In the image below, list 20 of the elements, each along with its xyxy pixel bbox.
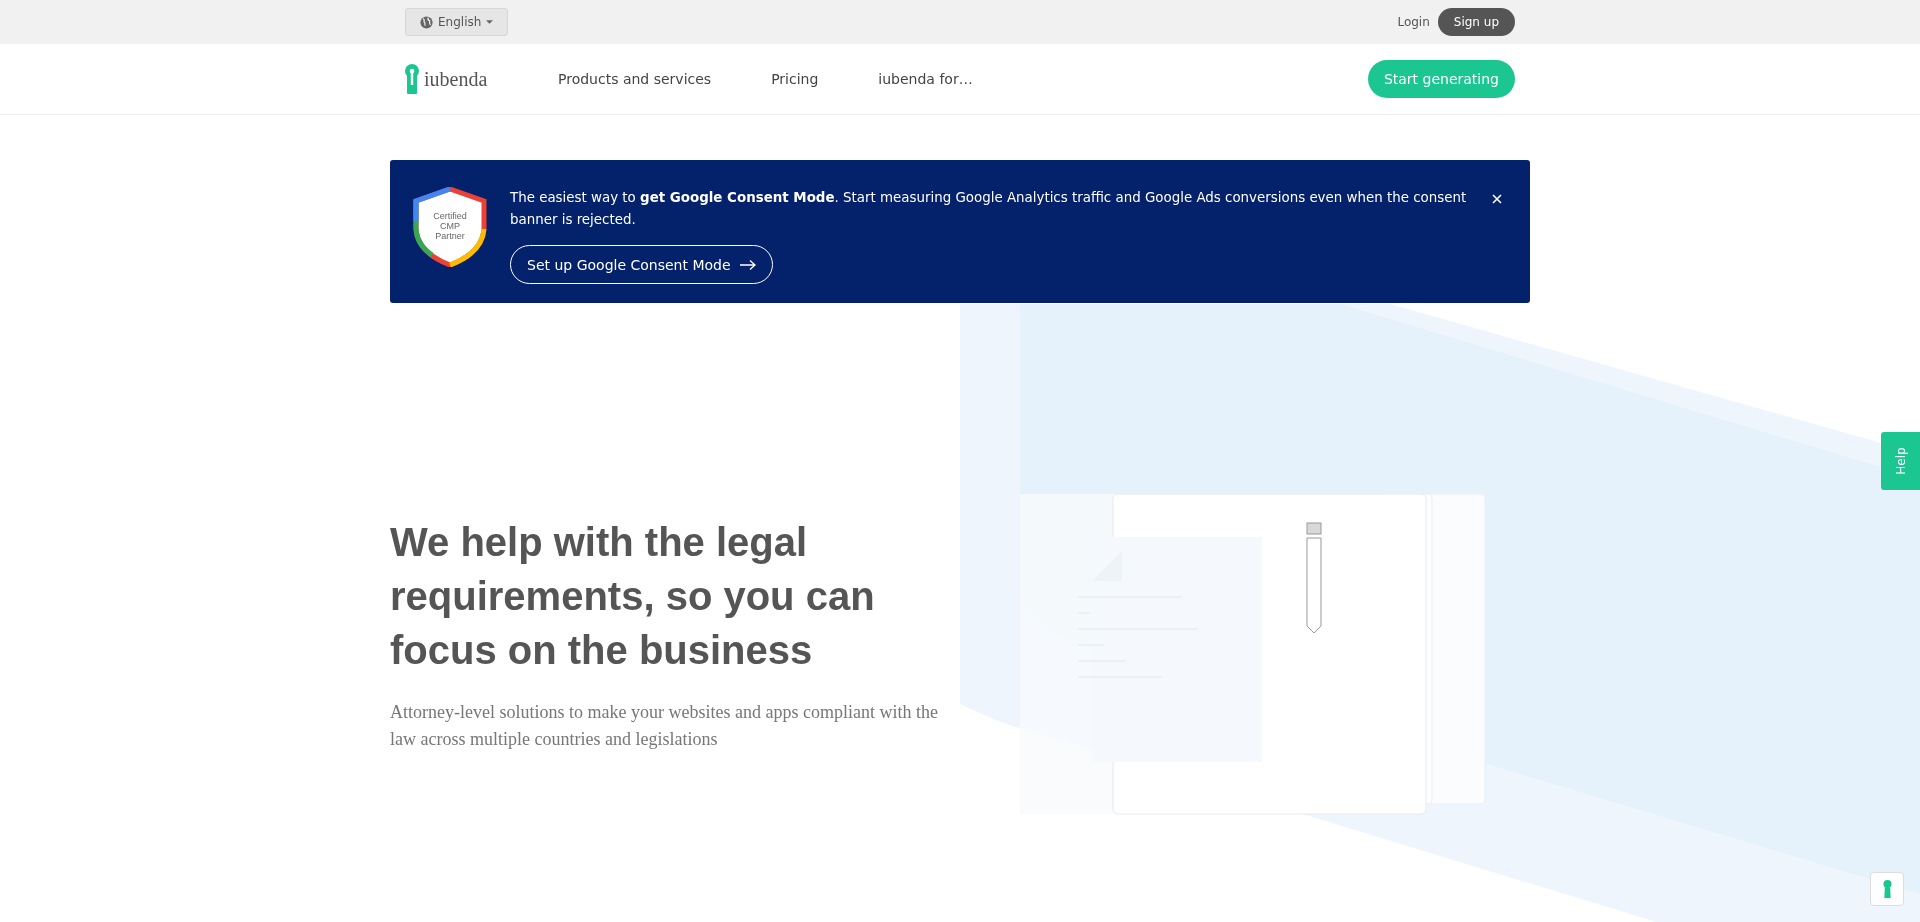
logo-text: iubenda	[424, 67, 488, 91]
nav-link[interactable]: iubenda for…	[878, 71, 973, 87]
badge-text: Partner	[435, 231, 465, 241]
hero-heading: We help with the legal requirements, so you can focus on the business	[390, 519, 876, 674]
badge-text: Certified	[433, 211, 467, 221]
keyhole-icon	[1882, 880, 1892, 898]
hero-subtitle: Attorney-level solutions to make your websites and apps compliant with the law across multiple countries and legislations	[390, 701, 939, 751]
nav-link[interactable]: Products and services	[558, 71, 712, 87]
globe-icon	[420, 15, 433, 29]
close-icon[interactable]	[1492, 194, 1502, 204]
shield-badge-icon	[413, 187, 487, 267]
badge-text: CMP	[440, 221, 460, 231]
language-selector[interactable]: English	[405, 8, 509, 36]
signup-button[interactable]: Sign up	[1437, 8, 1515, 36]
keyhole-logo-icon	[405, 64, 419, 94]
caret-icon	[486, 20, 494, 24]
arrow-right-icon	[739, 259, 756, 270]
nav-link[interactable]: Pricing	[771, 71, 819, 87]
login-link[interactable]: Login	[1397, 15, 1430, 29]
banner-text: The easiest way to get Google Consent Mode. Start measuring Google Analytics traffic and Google Ads conversions even when the consent banner is rejected.	[510, 189, 1468, 229]
